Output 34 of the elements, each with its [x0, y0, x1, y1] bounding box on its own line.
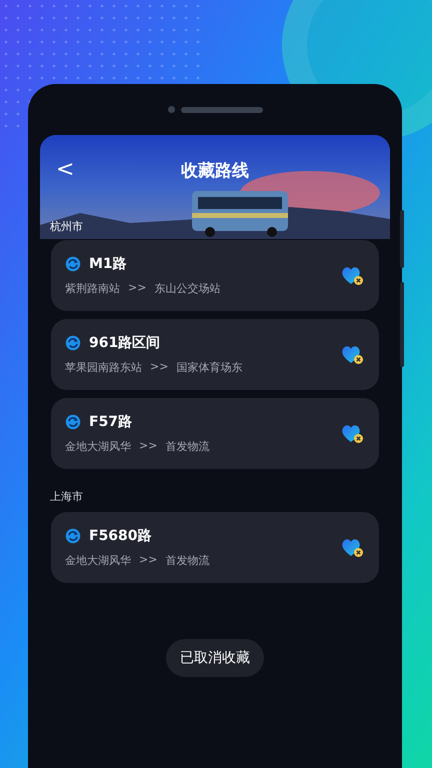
route-icon	[65, 528, 81, 544]
direction-arrows: >>	[128, 281, 146, 296]
start-stop: 紫荆路南站	[65, 281, 120, 296]
route-name: F5680路	[89, 527, 152, 545]
unfavorite-heart-icon[interactable]	[341, 536, 365, 558]
city-label: 杭州市	[50, 219, 84, 234]
direction-arrows: >>	[139, 439, 158, 454]
route-icon	[65, 414, 81, 430]
start-stop: 金地大湖风华	[65, 439, 131, 454]
route-card[interactable]: F57路 金地大湖风华 >> 首发物流	[51, 398, 379, 469]
page-title: 收藏路线	[181, 160, 249, 182]
camera-dot	[168, 106, 174, 113]
direction-arrows: >>	[150, 360, 168, 375]
start-stop: 苹果园南路东站	[65, 360, 142, 375]
end-stop: 首发物流	[165, 439, 210, 454]
direction-arrows: >>	[139, 553, 158, 568]
unfavorite-heart-icon[interactable]	[341, 264, 365, 286]
toast-message: 已取消收藏	[166, 639, 264, 677]
back-button[interactable]: <	[50, 157, 80, 182]
end-stop: 首发物流	[165, 553, 210, 568]
end-stop: 东山公交场站	[154, 281, 220, 296]
unfavorite-heart-icon[interactable]	[341, 344, 365, 366]
route-card[interactable]: 961路区间 苹果园南路东站 >> 国家体育场东	[51, 319, 379, 390]
route-icon	[65, 256, 81, 272]
route-name: F57路	[89, 413, 132, 431]
unfavorite-heart-icon[interactable]	[341, 422, 365, 444]
route-icon	[65, 335, 81, 351]
city-label: 上海市	[50, 489, 84, 504]
route-card[interactable]: M1路 紫荆路南站 >> 东山公交场站	[51, 240, 379, 311]
start-stop: 金地大湖风华	[65, 553, 131, 568]
route-name: M1路	[89, 255, 127, 273]
end-stop: 国家体育场东	[176, 360, 242, 375]
route-card[interactable]: F5680路 金地大湖风华 >> 首发物流	[51, 512, 379, 583]
route-name: 961路区间	[89, 334, 160, 352]
